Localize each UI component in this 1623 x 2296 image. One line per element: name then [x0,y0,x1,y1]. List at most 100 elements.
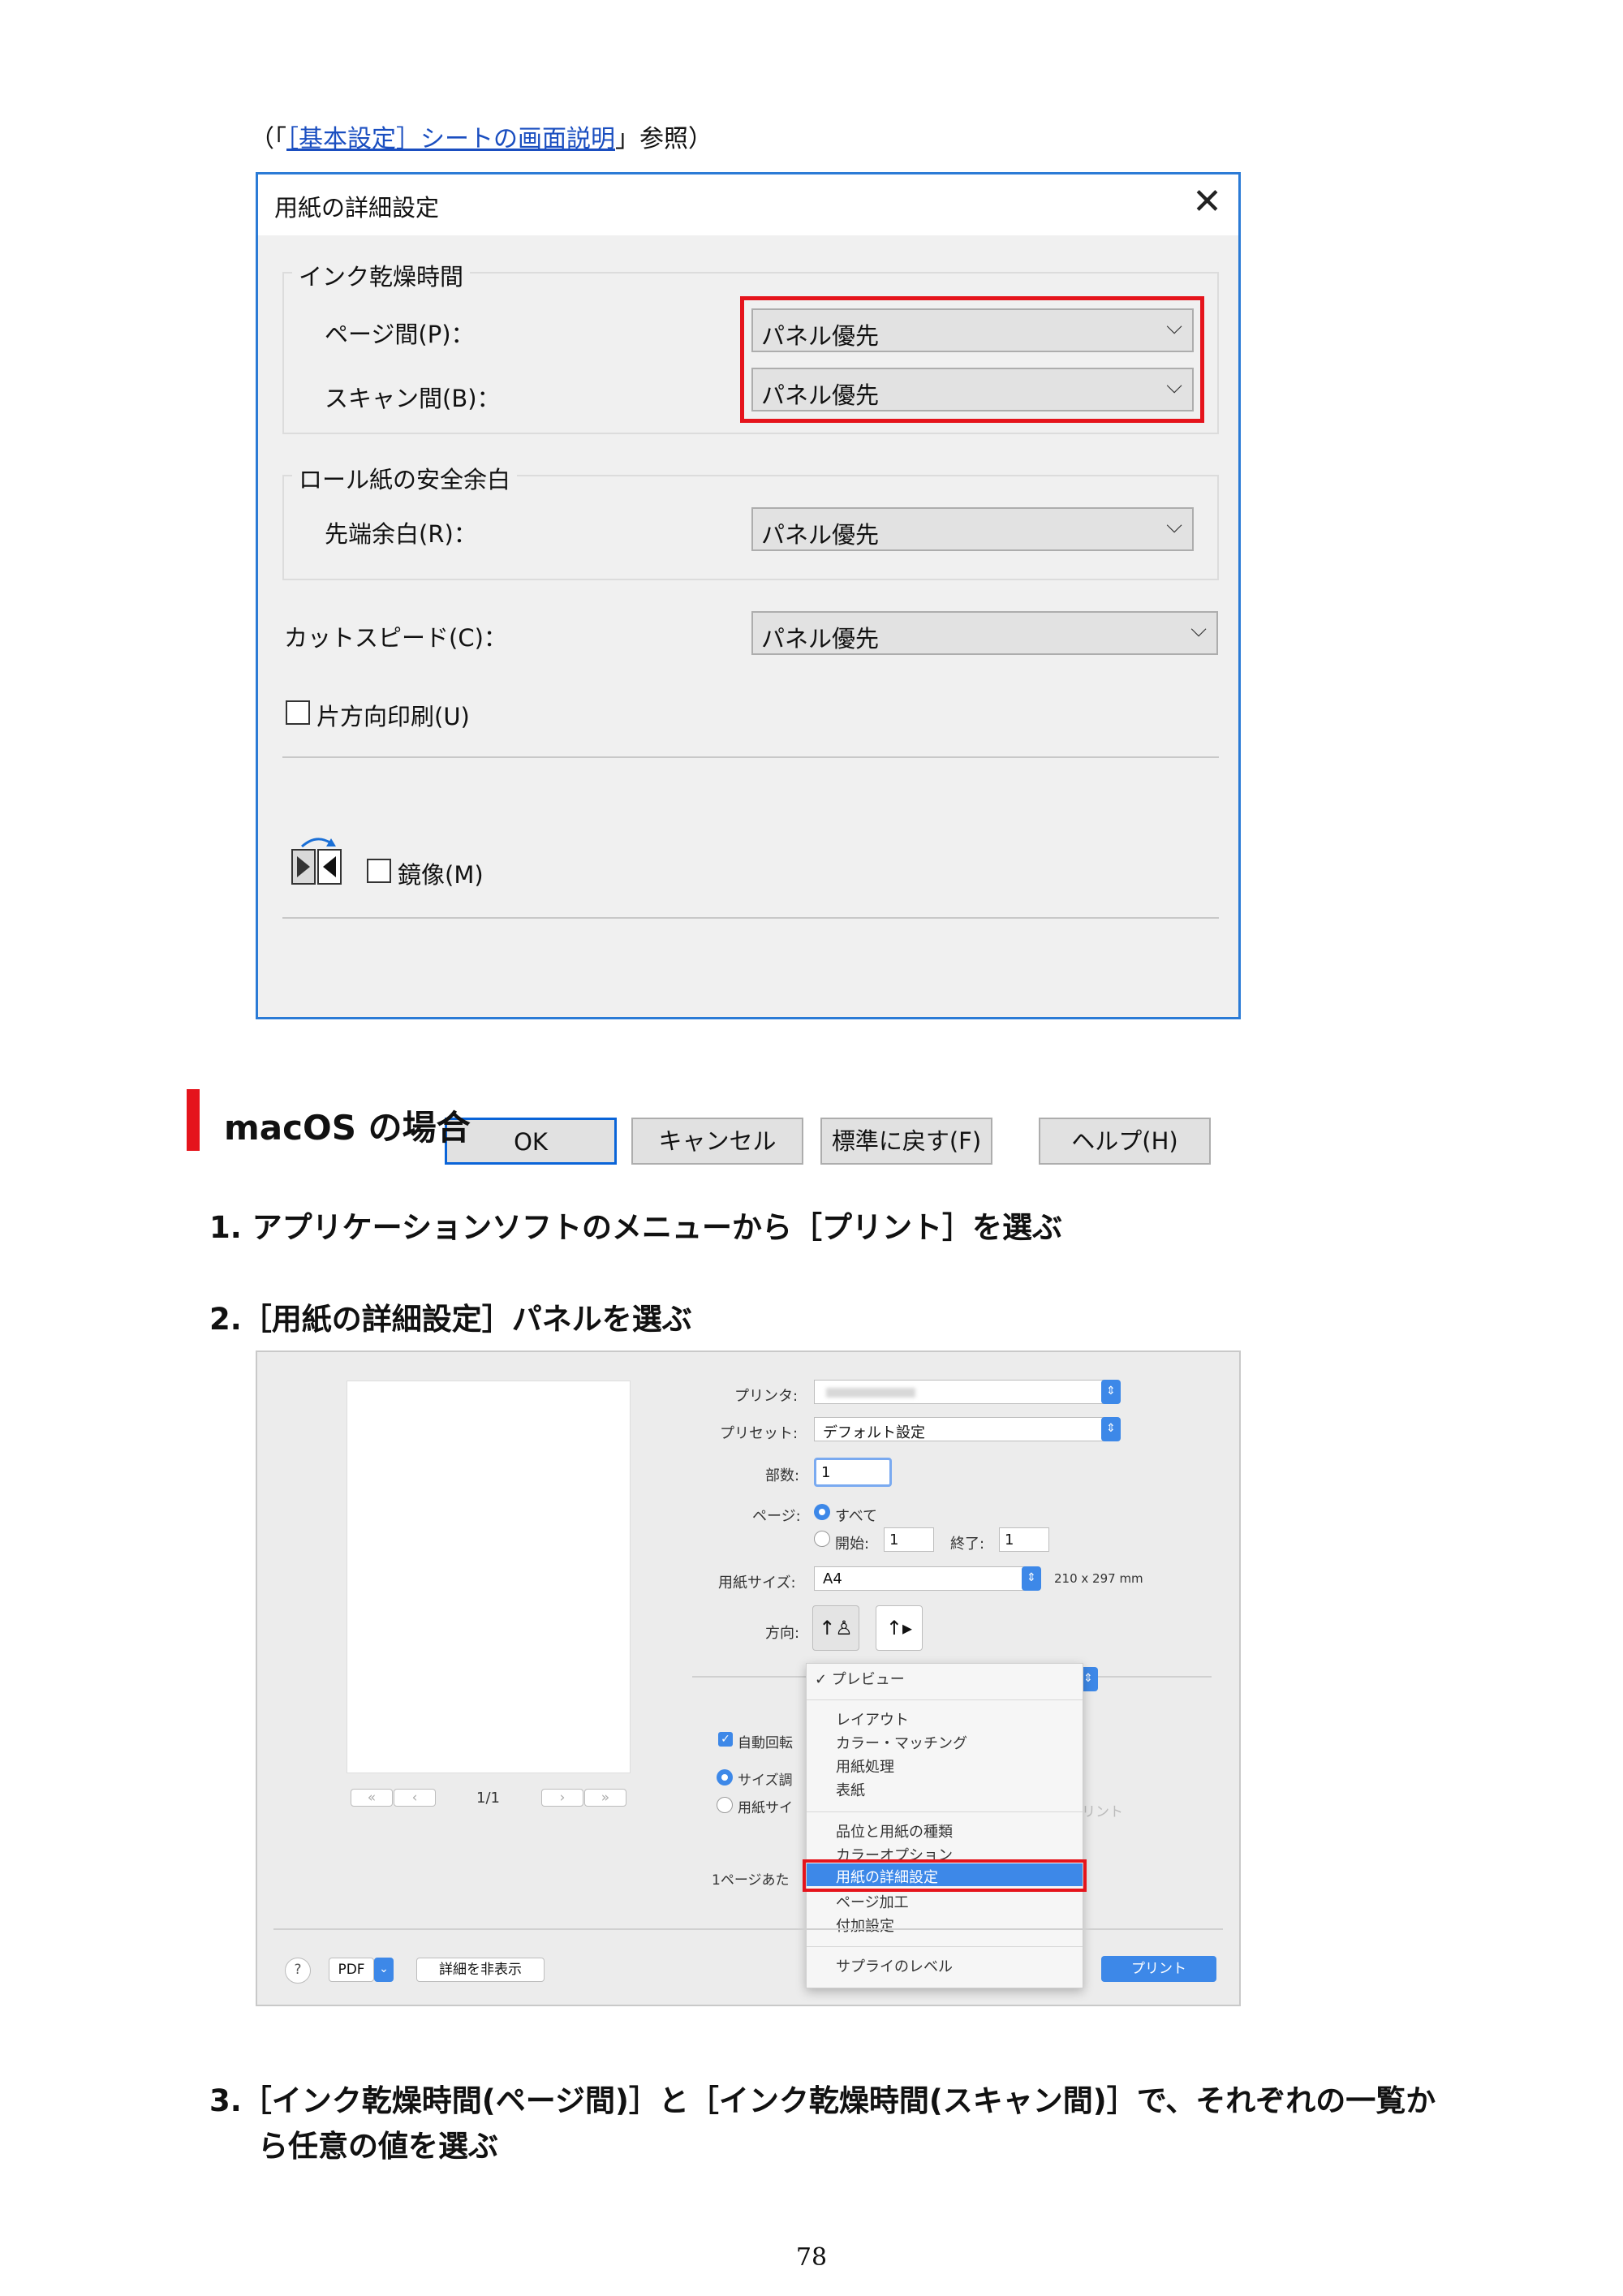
chevron-updown-icon: ⇕ [1022,1566,1041,1591]
auto-rotate-checkbox[interactable]: ✓ [718,1732,733,1747]
ok-button[interactable]: OK [445,1118,617,1165]
pages-from-value: 1 [889,1531,899,1549]
ref-close: 」参照） [615,125,712,153]
leading-margin-select[interactable]: パネル優先 ⌵ [751,507,1194,551]
advanced-paper-settings-dialog: 用紙の詳細設定 ✕ インク乾燥時間 ページ間(P)： パネル優先 ⌵ スキャン間(… [256,172,1241,1165]
pages-from-input[interactable]: 1 [884,1527,934,1552]
question-icon: ? [294,1962,302,1978]
dialog-titlebar: 用紙の詳細設定 ✕ [258,174,1238,235]
one-way-print-checkbox[interactable] [286,700,310,725]
chevron-down-icon: ⌵ [1190,618,1207,642]
menu-divider [807,1811,1083,1812]
menu-item-additional-settings[interactable]: 付加設定 [836,1915,894,1936]
help-button[interactable]: ? [285,1958,311,1984]
menu-item-supply-levels[interactable]: サプライのレベル [836,1955,953,1976]
pdf-label: PDF [338,1962,365,1978]
step-3-line-2: ら任意の値を選ぶ [258,2129,498,2164]
menu-item-color-matching[interactable]: カラー・マッチング [836,1732,967,1753]
print-preview [347,1381,631,1773]
chevron-updown-icon: ⇕ [1101,1417,1121,1441]
highlight-box [740,296,1204,423]
hide-details-label: 詳細を非表示 [439,1962,522,1978]
printer-label: プリンタ: [734,1388,799,1405]
paper-size-radio[interactable] [717,1797,733,1813]
menu-item-quality-media[interactable]: 品位と用紙の種類 [836,1820,953,1842]
menu-divider [807,1699,1083,1700]
ref-open: （「 [250,125,286,153]
cut-speed-select[interactable]: パネル優先 ⌵ [751,611,1218,655]
menu-item-preview[interactable]: ✓ プレビュー [815,1668,905,1689]
size-adjust-radio[interactable] [717,1769,733,1786]
heading-accent-bar [187,1089,200,1151]
print-button-label: プリント [1131,1961,1186,1977]
pages-label: ページ: [752,1508,801,1525]
pages-all-radio[interactable] [814,1504,830,1520]
page-count: 1/1 [476,1790,500,1807]
printer-select[interactable] [814,1380,1104,1404]
portrait-button[interactable]: ↑♙ [812,1605,859,1651]
pages-to-value: 1 [1005,1531,1014,1549]
menu-item-page-processing[interactable]: ページ加工 [836,1891,909,1912]
paper-size-option-label: 用紙サイ [738,1800,793,1816]
first-page-button[interactable]: « [351,1789,393,1807]
mirror-icon [291,838,342,885]
pages-range-radio[interactable] [814,1531,830,1547]
pages-to-input[interactable]: 1 [999,1527,1049,1552]
print-button[interactable]: プリント [1101,1956,1216,1982]
page-number: 78 [795,2243,828,2272]
one-way-print-label: 片方向印刷(U) [316,703,470,730]
menu-highlight-box [803,1859,1087,1892]
panel-menu: ✓ プレビュー レイアウト カラー・マッチング 用紙処理 表紙 品位と用紙の種類… [806,1663,1083,1988]
cut-speed-label: カットスピード(C)： [284,624,507,652]
size-adjust-label: サイズ調 [738,1773,793,1789]
auto-rotate-label: 自動回転 [738,1735,793,1751]
pages-to-label: 終了: [950,1536,985,1553]
next-page-button[interactable]: › [541,1789,583,1807]
roll-margin-group-label: ロール紙の安全余白 [292,461,518,495]
step-2: 2.［用紙の詳細設定］パネルを選ぶ [209,1302,692,1337]
cancel-button[interactable]: キャンセル [631,1118,803,1165]
section-heading: macOS の場合 [224,1108,471,1148]
dialog-title: 用紙の詳細設定 [274,194,440,222]
preset-select[interactable]: デフォルト設定 [814,1417,1104,1441]
paper-size-label: 用紙サイズ: [718,1574,796,1592]
mirror-label: 鏡像(M) [398,861,484,889]
prev-page-button[interactable]: ‹ [394,1789,436,1807]
print-text-fragment: リント [1082,1804,1123,1820]
mirror-checkbox[interactable] [367,859,391,883]
menu-item-paper-handling[interactable]: 用紙処理 [836,1755,894,1777]
basic-settings-link[interactable]: ［基本設定］シートの画面説明 [286,125,615,153]
separator [282,756,1219,758]
help-button[interactable]: ヘルプ(H) [1039,1118,1211,1165]
step-3-line-1: 3.［インク乾燥時間(ページ間)］と［インク乾燥時間(スキャン間)］で、それぞれ… [209,2083,1436,2118]
reference-line: （「［基本設定］シートの画面説明」参照） [250,118,712,154]
close-icon[interactable]: ✕ [1192,181,1222,222]
separator [273,1928,1223,1930]
menu-item-layout[interactable]: レイアウト [836,1708,909,1730]
page-interval-label: ページ間(P)： [325,321,475,348]
preset-value: デフォルト設定 [823,1424,925,1441]
hide-details-button[interactable]: 詳細を非表示 [416,1958,545,1982]
pages-per-sheet-label: 1ページあた [712,1872,790,1889]
leading-margin-value: パネル優先 [761,521,880,549]
last-page-button[interactable]: » [584,1789,626,1807]
restore-defaults-button[interactable]: 標準に戻す(F) [820,1118,992,1165]
ink-drying-group-label: インク乾燥時間 [292,258,471,292]
chevron-down-icon: ⌄ [374,1958,394,1982]
paper-size-value: A4 [823,1570,842,1587]
paper-size-select[interactable]: A4 [814,1566,1025,1591]
pages-from-label: 開始: [835,1536,870,1553]
copies-value: 1 [821,1464,831,1481]
step-1: 1. アプリケーションソフトのメニューから［プリント］を選ぶ [209,1210,1062,1245]
mac-print-dialog: « ‹ 1/1 › » プリンタ: ⇕ プリセット: デフォルト設定 ⇕ 部数:… [256,1350,1241,2006]
orientation-label: 方向: [765,1625,800,1642]
scan-interval-label: スキャン間(B)： [325,385,501,412]
pdf-menu-button[interactable]: PDF [329,1958,374,1982]
chevron-updown-icon: ⇕ [1101,1380,1121,1404]
landscape-button[interactable]: ↑▸ [876,1605,923,1651]
copies-input[interactable]: 1 [814,1458,892,1487]
pages-all-label: すべて [835,1508,878,1525]
menu-item-cover[interactable]: 表紙 [836,1779,865,1800]
leading-margin-label: 先端余白(R)： [325,520,477,548]
cut-speed-value: パネル優先 [761,625,880,653]
